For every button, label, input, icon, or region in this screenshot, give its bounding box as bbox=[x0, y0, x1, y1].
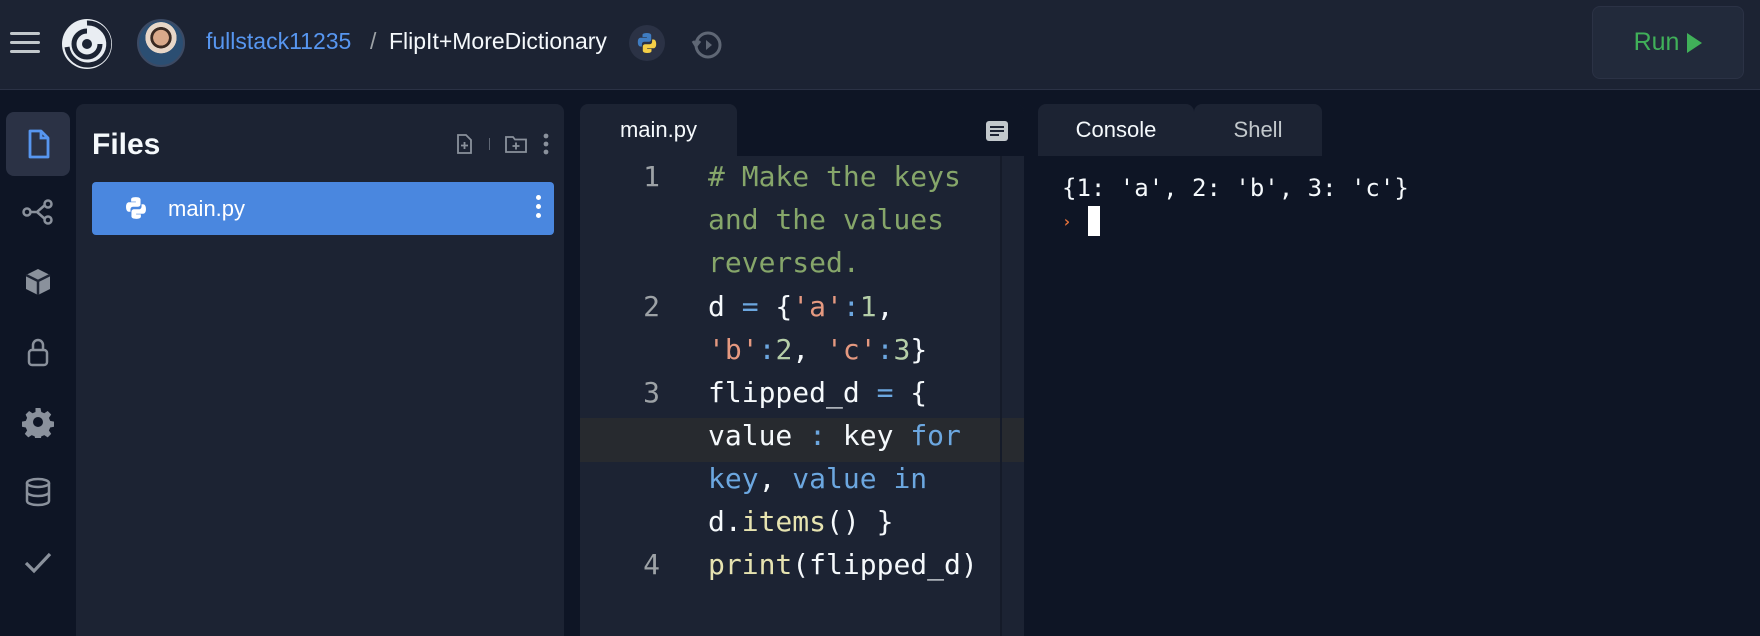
text-cursor bbox=[1088, 206, 1100, 236]
file-options-icon[interactable] bbox=[536, 195, 542, 223]
more-options-icon[interactable] bbox=[542, 132, 550, 156]
sidebar-item-settings[interactable] bbox=[6, 390, 70, 454]
files-title: Files bbox=[92, 128, 161, 161]
settings-gear-icon bbox=[22, 408, 54, 438]
code-line-3b: value : key for bbox=[708, 419, 961, 452]
packages-icon bbox=[25, 269, 51, 295]
secrets-lock-icon bbox=[27, 338, 49, 367]
line-number: 4 bbox=[643, 548, 660, 581]
user-avatar[interactable] bbox=[137, 19, 185, 67]
replit-logo-icon[interactable] bbox=[60, 17, 114, 71]
line-number: 2 bbox=[643, 290, 660, 323]
python-icon bbox=[126, 197, 146, 219]
minimap-divider bbox=[1000, 156, 1002, 636]
code-line-1c: reversed. bbox=[708, 246, 860, 279]
code-editor: main.py 1 # Make the keys and the values… bbox=[580, 104, 1024, 636]
files-panel: Files main.py bbox=[76, 104, 564, 636]
code-line-1a: # Make the keys bbox=[708, 160, 961, 193]
line-number: 3 bbox=[643, 376, 660, 409]
code-line-2a: d = {'a':1, bbox=[708, 290, 894, 323]
console-panel: Console Shell {1: 'a', 2: 'b', 3: 'c'} › bbox=[1038, 104, 1760, 636]
code-line-3d: d.items() } bbox=[708, 505, 894, 538]
code-area[interactable]: 1 # Make the keys and the values reverse… bbox=[580, 156, 1024, 636]
editor-tab-bar: main.py bbox=[580, 104, 1024, 156]
menu-icon[interactable] bbox=[10, 32, 40, 54]
sidebar-item-files[interactable] bbox=[6, 112, 70, 176]
editor-layout-icon[interactable] bbox=[984, 118, 1010, 144]
console-output[interactable]: {1: 'a', 2: 'b', 3: 'c'} › bbox=[1038, 156, 1760, 636]
run-button-label: Run bbox=[1633, 28, 1680, 56]
code-line-3c: key, value in bbox=[708, 462, 928, 495]
new-file-icon[interactable] bbox=[453, 133, 475, 155]
sidebar-item-database[interactable] bbox=[6, 460, 70, 524]
tab-console[interactable]: Console bbox=[1038, 104, 1194, 156]
top-bar: fullstack11235 / FlipIt+MoreDictionary R… bbox=[0, 0, 1760, 90]
files-icon bbox=[28, 129, 50, 159]
prompt-icon: › bbox=[1062, 212, 1072, 231]
check-icon bbox=[24, 552, 52, 574]
new-folder-icon[interactable] bbox=[504, 133, 528, 155]
file-name: main.py bbox=[168, 196, 246, 221]
code-line-4: print(flipped_d) bbox=[708, 548, 978, 581]
tab-main-py[interactable]: main.py bbox=[580, 104, 737, 156]
repl-name[interactable]: FlipIt+MoreDictionary bbox=[389, 28, 607, 55]
console-output-line: {1: 'a', 2: 'b', 3: 'c'} bbox=[1062, 174, 1409, 202]
code-line-2b: 'b':2, 'c':3} bbox=[708, 333, 928, 366]
divider bbox=[489, 138, 490, 150]
sidebar-item-packages[interactable] bbox=[6, 250, 70, 314]
run-button[interactable]: Run bbox=[1592, 6, 1744, 79]
history-icon[interactable] bbox=[689, 27, 725, 63]
file-item-main-py[interactable]: main.py bbox=[92, 182, 554, 235]
sidebar-item-share[interactable] bbox=[6, 180, 70, 244]
owner-link[interactable]: fullstack11235 bbox=[206, 28, 351, 55]
line-number: 1 bbox=[643, 160, 660, 193]
breadcrumb-separator: / bbox=[370, 28, 377, 54]
sidebar-item-checks[interactable] bbox=[6, 530, 70, 594]
share-icon bbox=[22, 199, 53, 225]
python-icon[interactable] bbox=[629, 25, 665, 61]
database-icon bbox=[25, 477, 51, 507]
code-line-3a: flipped_d = { bbox=[708, 376, 928, 409]
console-tab-bar: Console Shell bbox=[1038, 104, 1760, 156]
sidebar-item-secrets[interactable] bbox=[6, 320, 70, 384]
code-line-1b: and the values bbox=[708, 203, 945, 236]
sidebar-rail bbox=[0, 104, 76, 636]
tab-shell[interactable]: Shell bbox=[1194, 104, 1322, 156]
play-icon bbox=[1687, 32, 1703, 53]
files-actions bbox=[453, 132, 550, 156]
